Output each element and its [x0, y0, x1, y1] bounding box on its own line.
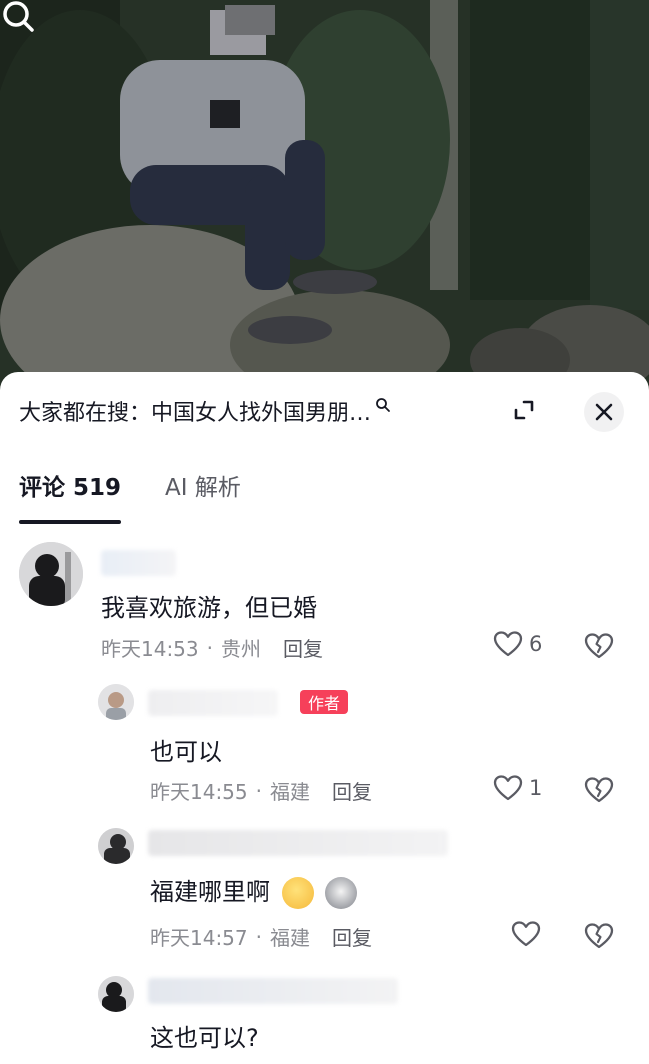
comment-location: 福建 [270, 780, 310, 804]
tab-ai-analysis[interactable]: AI 解析 [165, 468, 241, 524]
reply-button[interactable]: 回复 [332, 922, 372, 951]
comment-item: 我喜欢旅游，但已婚 昨天14:53 · 贵州 回复 6 [0, 540, 649, 670]
avatar[interactable] [19, 542, 83, 606]
avatar-image [98, 684, 134, 720]
avatar[interactable] [98, 684, 134, 720]
avatar-image [19, 542, 83, 606]
username-redacted[interactable] [148, 690, 278, 716]
comment-time: 昨天14:53 [101, 637, 199, 661]
meta-separator: · [255, 778, 262, 803]
trending-search-bar[interactable]: 大家都在搜： 中国女人找外国男朋… [19, 392, 391, 430]
comment-meta: 昨天14:55 · 福建 回复 [150, 776, 372, 805]
meta-separator: · [255, 924, 262, 949]
broken-heart-icon[interactable] [584, 776, 614, 804]
tab-comments[interactable]: 评论 519 [19, 468, 122, 524]
reply-button[interactable]: 回复 [332, 776, 372, 805]
avatar-image [98, 828, 134, 864]
broken-heart-icon[interactable] [584, 632, 614, 660]
cat-face-emoji [325, 877, 358, 909]
expand-icon[interactable] [510, 396, 538, 424]
comment-time: 昨天14:55 [150, 780, 248, 804]
comment-meta: 昨天14:53 · 贵州 回复 [101, 633, 323, 662]
comment-location: 贵州 [221, 637, 261, 661]
heart-icon [511, 921, 541, 947]
like-count: 1 [529, 776, 543, 800]
comment-text-content: 福建哪里啊 [150, 878, 270, 906]
avatar[interactable] [98, 828, 134, 864]
forest-scene-image [0, 0, 649, 395]
thinking-face-emoji [281, 877, 314, 909]
avatar-image [98, 976, 134, 1012]
username-redacted[interactable] [148, 830, 448, 856]
comment-text: 也可以 [150, 738, 222, 766]
comment-text: 福建哪里啊 [150, 872, 358, 909]
like-button[interactable]: 1 [493, 774, 542, 802]
comment-text: 这也可以? [150, 1024, 259, 1052]
trending-search-prefix: 大家都在搜： [19, 401, 152, 426]
heart-icon [493, 775, 523, 801]
username-redacted[interactable] [148, 978, 398, 1004]
reply-button[interactable]: 回复 [283, 633, 323, 662]
comment-text: 我喜欢旅游，但已婚 [101, 594, 317, 622]
username-redacted[interactable] [101, 550, 176, 576]
reply-item: 作者 也可以 昨天14:55 · 福建 回复 1 [0, 682, 649, 812]
comment-meta: 昨天14:57 · 福建 回复 [150, 922, 372, 951]
heart-icon [493, 631, 523, 657]
like-button[interactable]: 6 [493, 630, 542, 658]
trending-search-query[interactable]: 中国女人找外国男朋… [151, 395, 371, 427]
comment-tabs: 评论 519 AI 解析 [19, 468, 285, 524]
broken-heart-icon[interactable] [584, 922, 614, 950]
like-count: 6 [529, 632, 543, 656]
author-badge: 作者 [300, 690, 349, 714]
like-button[interactable] [511, 920, 547, 948]
video-cover-photo[interactable] [0, 0, 649, 395]
reply-item: 这也可以? [0, 972, 649, 1064]
avatar[interactable] [98, 976, 134, 1012]
close-button[interactable] [584, 392, 624, 432]
close-icon [595, 403, 613, 421]
comment-sheet: 大家都在搜： 中国女人找外国男朋… 评论 519 AI 解析 我喜欢旅游，但已婚… [0, 372, 649, 1064]
reply-item: 福建哪里啊 昨天14:57 · 福建 回复 [0, 824, 649, 964]
search-icon[interactable] [0, 0, 40, 40]
comment-time: 昨天14:57 [150, 926, 248, 950]
search-icon [376, 398, 390, 412]
comment-location: 福建 [270, 926, 310, 950]
meta-separator: · [206, 635, 213, 660]
